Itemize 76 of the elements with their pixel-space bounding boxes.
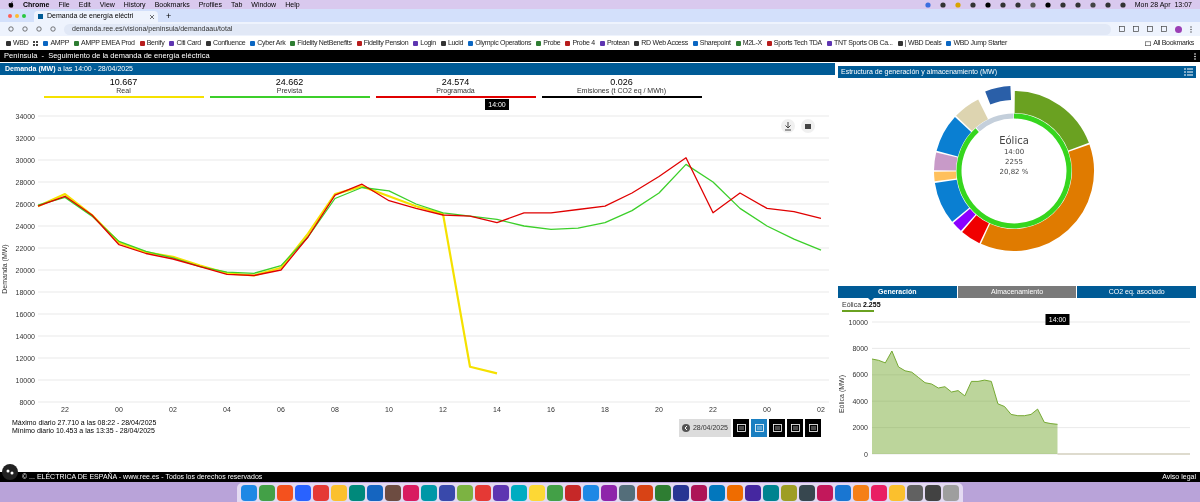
table-icon — [754, 424, 764, 432]
app-icon[interactable] — [763, 484, 779, 501]
app-icon[interactable] — [691, 484, 707, 501]
app-icon[interactable] — [619, 484, 635, 501]
status-icon[interactable] — [999, 1, 1006, 8]
app-icon[interactable] — [385, 484, 401, 501]
close-icon[interactable] — [150, 14, 154, 19]
app-icon[interactable] — [673, 484, 689, 501]
chart-tool-button[interactable] — [733, 419, 749, 437]
chart-tool-button[interactable] — [769, 419, 785, 437]
app-icon[interactable] — [295, 484, 311, 501]
apps-grid-icon[interactable] — [33, 40, 39, 46]
status-icon[interactable] — [1119, 1, 1126, 8]
chart-tool-button[interactable] — [787, 419, 803, 437]
bookmark-icon — [735, 40, 741, 46]
chevron-left-icon — [681, 424, 690, 432]
bookmark-icon — [43, 40, 49, 46]
app-icon[interactable] — [439, 484, 455, 501]
app-icon[interactable] — [367, 484, 383, 501]
app-icon[interactable] — [637, 484, 653, 501]
status-icon[interactable] — [939, 1, 946, 8]
app-icon[interactable] — [871, 484, 887, 501]
bookmark-icon — [139, 40, 145, 46]
status-icon[interactable] — [1014, 1, 1021, 8]
status-icon[interactable] — [1059, 1, 1066, 8]
status-icon[interactable] — [1089, 1, 1096, 8]
bookmark-icon — [169, 40, 175, 46]
bookmark-icon — [205, 40, 211, 46]
table-icon — [808, 424, 818, 432]
app-icon[interactable] — [565, 484, 581, 501]
apple-icon[interactable] — [8, 1, 14, 8]
table-icon — [736, 424, 746, 432]
app-icon[interactable] — [655, 484, 671, 501]
status-icon[interactable] — [1044, 1, 1051, 8]
app-icon[interactable] — [799, 484, 815, 501]
app-icon[interactable] — [817, 484, 833, 501]
table-icon — [772, 424, 782, 432]
cookie-icon[interactable] — [2, 464, 18, 480]
bookmark-icon — [440, 40, 446, 46]
bookmark-icon — [290, 40, 296, 46]
bookmark-icon — [356, 40, 362, 46]
bookmark-icon — [74, 40, 80, 46]
status-icon[interactable] — [1074, 1, 1081, 8]
status-icon[interactable] — [1104, 1, 1111, 8]
app-icon[interactable] — [493, 484, 509, 501]
bookmark-icon — [413, 40, 419, 46]
status-icon[interactable] — [969, 1, 976, 8]
bookmark-icon — [766, 40, 772, 46]
app-icon[interactable] — [907, 484, 923, 501]
app-icon[interactable] — [835, 484, 851, 501]
bookmark-icon — [692, 40, 698, 46]
donut-center-title: Eólica — [999, 135, 1029, 147]
app-icon[interactable] — [925, 484, 941, 501]
table-icon — [790, 424, 800, 432]
chart-tool-button[interactable] — [805, 419, 821, 437]
bookmark-icon — [536, 40, 542, 46]
bookmark-icon — [634, 40, 640, 46]
bookmark-icon — [946, 40, 952, 46]
folder-icon — [1145, 40, 1152, 46]
app-icon[interactable] — [601, 484, 617, 501]
site-icon — [38, 14, 43, 19]
avatar-icon[interactable] — [1175, 25, 1182, 33]
list-icon[interactable] — [1184, 68, 1193, 76]
bookmark-icon — [565, 40, 571, 46]
bookmark-icon — [468, 40, 474, 46]
app-icon[interactable] — [709, 484, 725, 501]
bookmark-icon — [6, 40, 11, 46]
bookmark-icon — [897, 40, 903, 46]
app-icon[interactable] — [745, 484, 761, 501]
app-icon[interactable] — [403, 484, 419, 501]
close-window-icon[interactable] — [8, 13, 12, 18]
bookmark-icon — [250, 40, 256, 46]
bookmark-icon — [599, 40, 605, 46]
new-tab-button[interactable]: + — [166, 10, 172, 21]
bookmark-icon — [827, 40, 832, 46]
status-icon[interactable] — [984, 1, 991, 8]
